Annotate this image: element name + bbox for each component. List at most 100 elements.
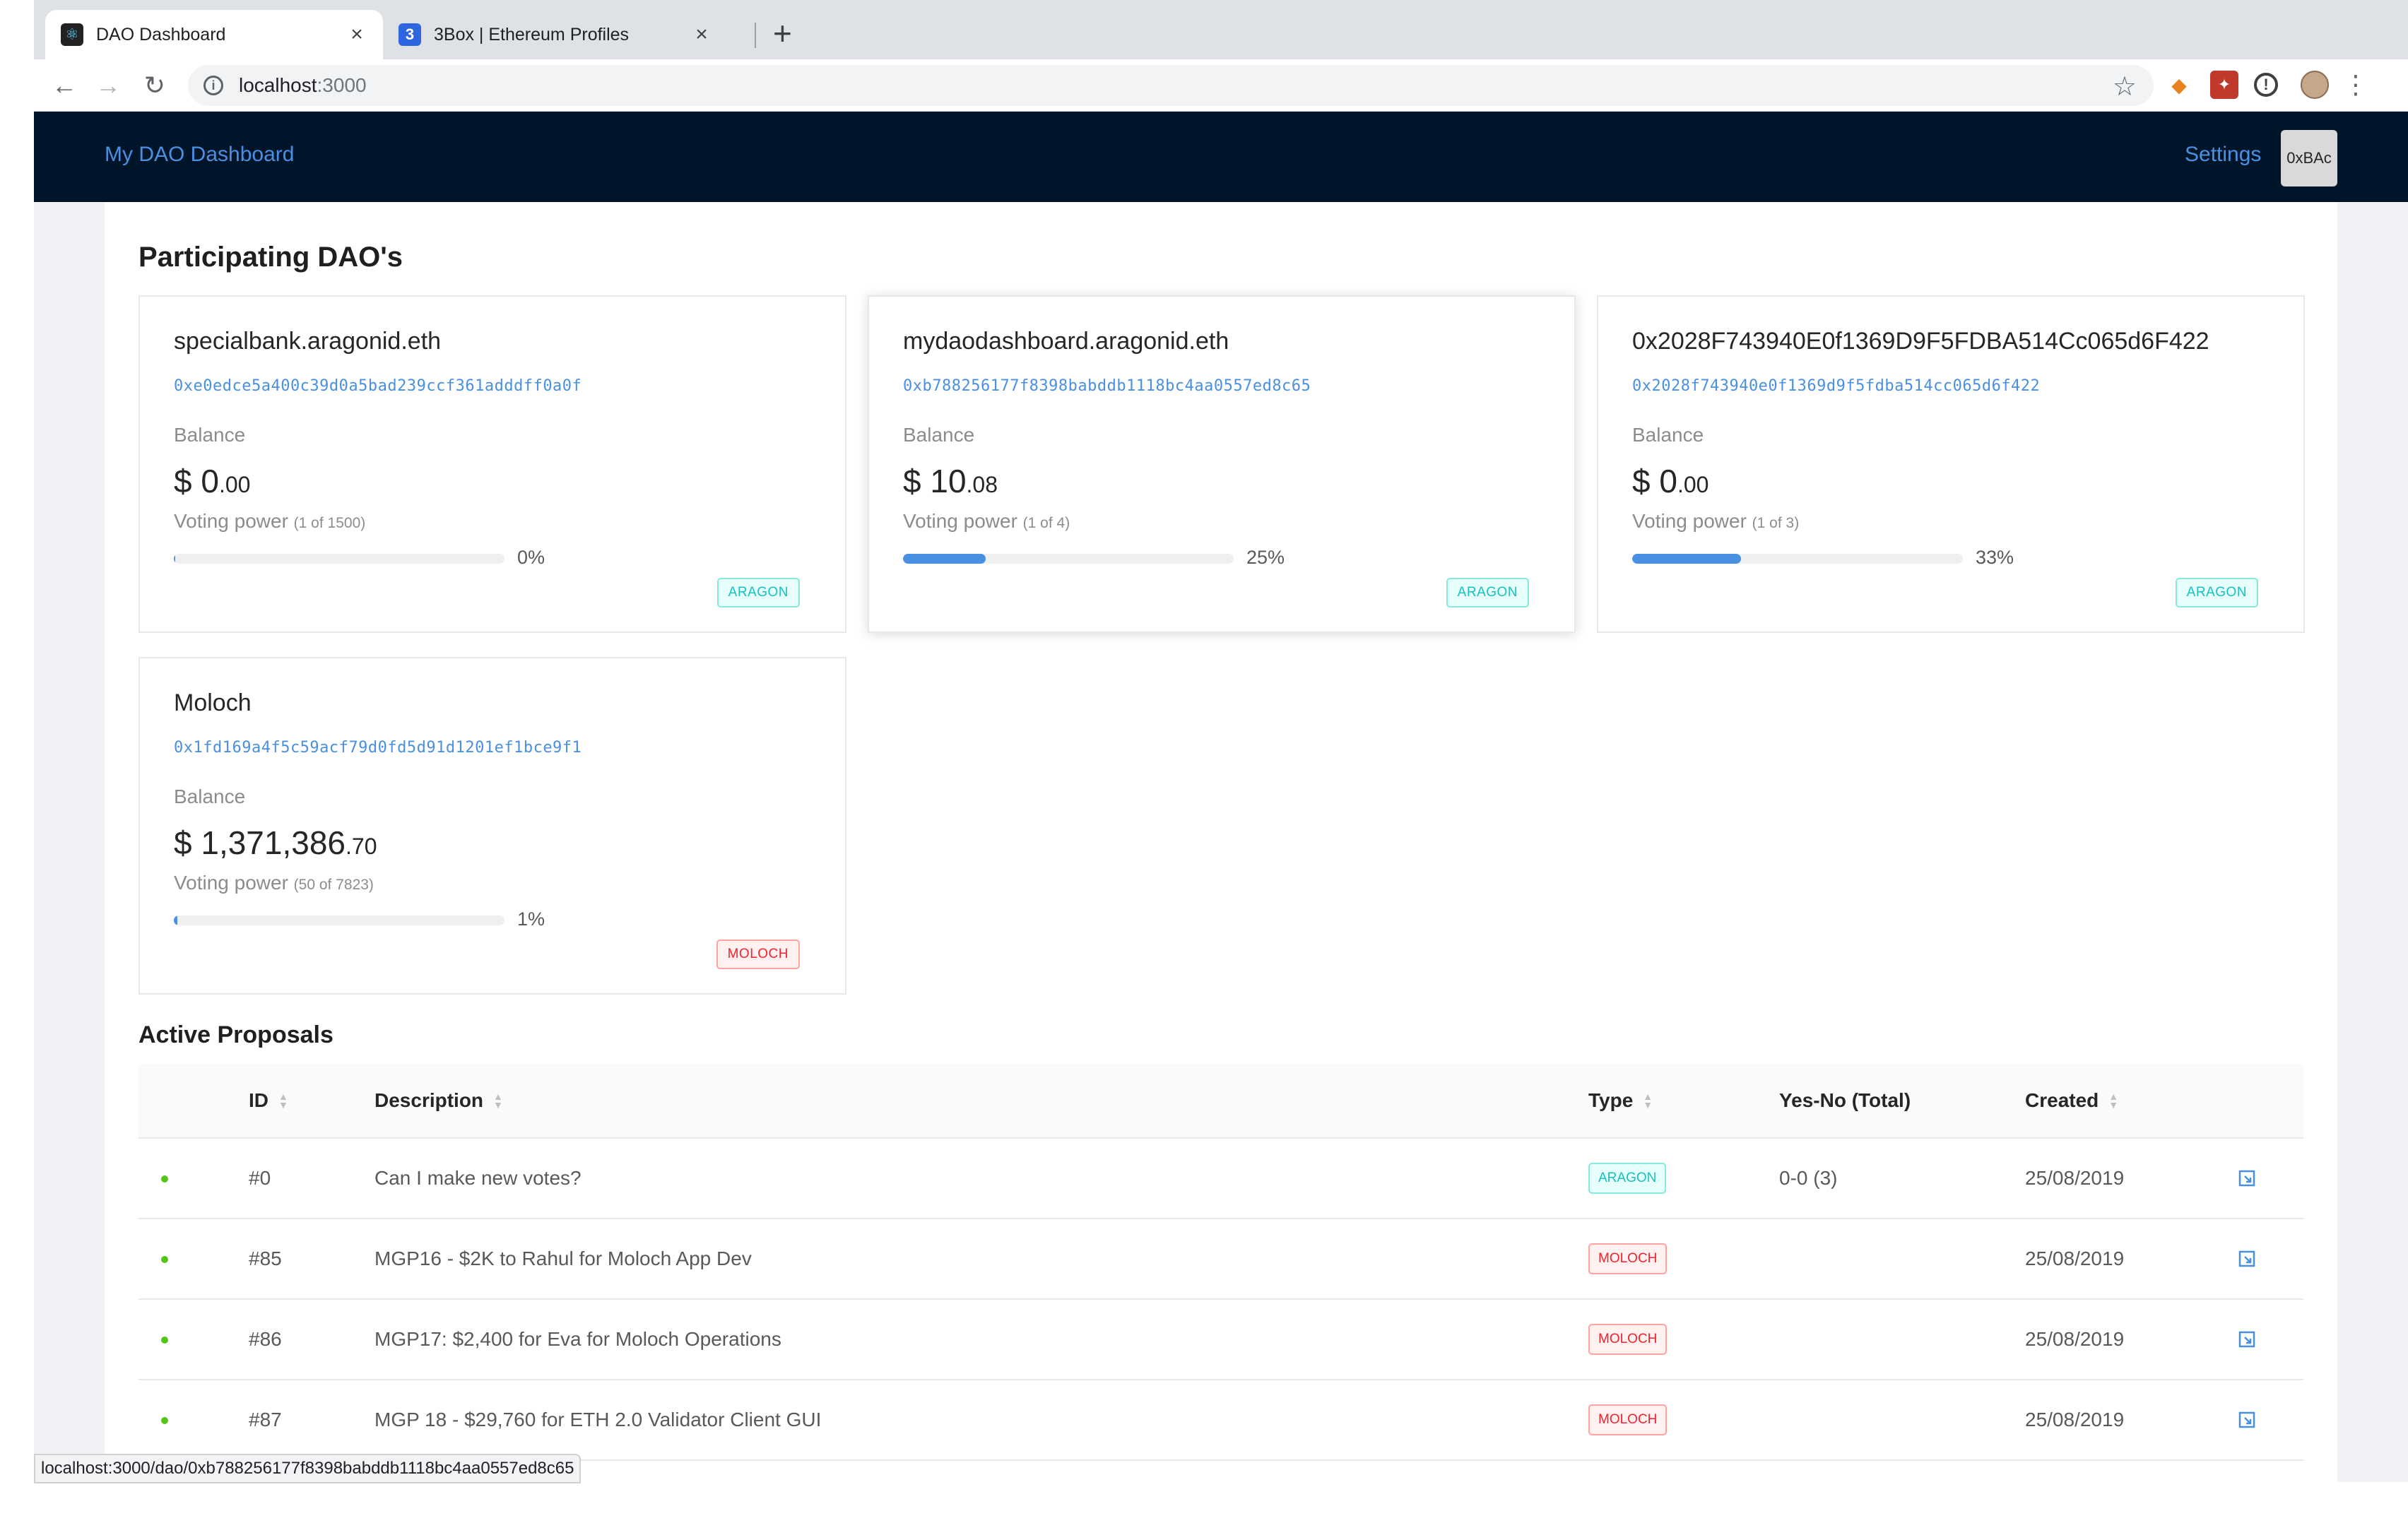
proposal-type-tag: MOLOCH: [1588, 1324, 1668, 1355]
balance-cents: .08: [966, 472, 998, 497]
voting-progress-fill: [903, 554, 986, 564]
forward-arrow-icon[interactable]: →: [90, 68, 126, 103]
column-header-type[interactable]: Type ▲ ▼: [1588, 1089, 1653, 1112]
balance-value: $ 1,371,386.70: [174, 824, 377, 862]
sort-icon[interactable]: ▲ ▼: [493, 1091, 503, 1110]
new-tab-icon[interactable]: +: [773, 16, 792, 51]
voting-percent: 1%: [517, 908, 545, 930]
profile-avatar-icon[interactable]: [2301, 71, 2329, 99]
kebab-menu-icon[interactable]: ⋮: [2342, 70, 2370, 99]
column-label: Created: [2025, 1089, 2099, 1111]
proposal-type-tag: ARAGON: [1588, 1163, 1667, 1194]
tab-title: 3Box | Ethereum Profiles: [434, 24, 630, 45]
active-status-dot: [161, 1256, 168, 1263]
column-header-description[interactable]: Description ▲ ▼: [374, 1089, 503, 1112]
open-external-icon[interactable]: [2238, 1250, 2255, 1267]
proposal-type-tag: MOLOCH: [1588, 1243, 1668, 1274]
dao-name: 0x2028F743940E0f1369D9F5FDBA514Cc065d6F4…: [1632, 328, 2209, 355]
sort-icon[interactable]: ▲ ▼: [1643, 1091, 1653, 1110]
proposals-table: ID ▲ ▼ Description ▲ ▼ Type ▲ ▼ Yes-No (Total)…: [138, 1064, 2303, 1461]
voting-progress-bar: [903, 554, 1234, 564]
voting-progress-bar: [174, 554, 504, 564]
dao-address[interactable]: 0x1fd169a4f5c59acf79d0fd5d91d1201ef1bce9…: [174, 739, 582, 757]
tab-3box[interactable]: 3 3Box | Ethereum Profiles ×: [383, 10, 728, 59]
tab-dao-dashboard[interactable]: ⚛ DAO Dashboard ×: [45, 10, 383, 59]
proposal-description: MGP 18 - $29,760 for ETH 2.0 Validator C…: [374, 1409, 822, 1430]
sort-icon[interactable]: ▲ ▼: [2108, 1091, 2118, 1110]
dao-card[interactable]: specialbank.aragonid.eth 0xe0edce5a400c3…: [138, 295, 846, 633]
table-row[interactable]: #85 MGP16 - $2K to Rahul for Moloch App …: [138, 1219, 2303, 1300]
balance-whole: $ 0: [174, 463, 219, 499]
dao-type-tag: ARAGON: [1446, 578, 1529, 608]
column-label: Type: [1588, 1089, 1634, 1111]
voting-power: Voting power (50 of 7823): [174, 872, 374, 894]
close-icon[interactable]: ×: [346, 23, 367, 47]
column-header-created[interactable]: Created ▲ ▼: [2025, 1089, 2118, 1112]
column-label: Description: [374, 1089, 484, 1111]
participating-daos-title: Participating DAO's: [138, 242, 403, 273]
url-port: :3000: [317, 74, 367, 96]
table-row[interactable]: #86 MGP17: $2,400 for Eva for Moloch Ope…: [138, 1300, 2303, 1380]
proposal-created: 25/08/2019: [2025, 1248, 2125, 1269]
dao-name: mydaodashboard.aragonid.eth: [903, 328, 1229, 355]
voting-progress-fill: [174, 915, 177, 925]
balance-label: Balance: [174, 786, 246, 807]
dao-name: specialbank.aragonid.eth: [174, 328, 442, 355]
table-row[interactable]: #0 Can I make new votes? ARAGON 0-0 (3) …: [138, 1139, 2303, 1219]
address-bar[interactable]: i localhost:3000 ☆: [188, 65, 2154, 106]
voting-label: Voting power: [174, 872, 288, 894]
react-icon: ⚛: [61, 23, 83, 46]
balance-value: $ 0.00: [174, 462, 250, 500]
dao-address[interactable]: 0xe0edce5a400c39d0a5bad239ccf361adddff0a…: [174, 377, 582, 395]
dao-type-tag: MOLOCH: [716, 940, 800, 969]
balance-whole: $ 0: [1632, 463, 1677, 499]
voting-progress-fill: [174, 554, 176, 564]
app-header: My DAO Dashboard Settings 0xBAc: [34, 112, 2408, 202]
proposal-created: 25/08/2019: [2025, 1328, 2125, 1350]
column-header-id[interactable]: ID ▲ ▼: [249, 1089, 288, 1112]
open-external-icon[interactable]: [2238, 1411, 2255, 1428]
balance-whole: $ 1,371,386: [174, 824, 346, 861]
brand-link[interactable]: My DAO Dashboard: [105, 143, 294, 167]
dao-address[interactable]: 0x2028f743940e0f1369d9f5fdba514cc065d6f4…: [1632, 377, 2040, 395]
dao-card[interactable]: 0x2028F743940E0f1369D9F5FDBA514Cc065d6F4…: [1597, 295, 2305, 633]
proposal-created: 25/08/2019: [2025, 1409, 2125, 1430]
active-status-dot: [161, 1175, 168, 1183]
extension-red-icon[interactable]: ✦: [2210, 71, 2238, 99]
active-status-dot: [161, 1417, 168, 1424]
proposal-created: 25/08/2019: [2025, 1167, 2125, 1189]
sort-icon[interactable]: ▲ ▼: [278, 1091, 288, 1110]
dao-card[interactable]: mydaodashboard.aragonid.eth 0xb788256177…: [868, 295, 1576, 633]
proposal-type-tag: MOLOCH: [1588, 1404, 1668, 1435]
reload-icon[interactable]: ↻: [137, 68, 172, 103]
browser-tab-strip: ⚛ DAO Dashboard × 3 3Box | Ethereum Prof…: [34, 0, 2408, 59]
column-label: Yes-No (Total): [1779, 1089, 1911, 1111]
table-header: ID ▲ ▼ Description ▲ ▼ Type ▲ ▼ Yes-No (Total)…: [138, 1064, 2303, 1139]
dao-name: Moloch: [174, 689, 252, 716]
balance-whole: $ 10: [903, 463, 967, 499]
settings-link[interactable]: Settings: [2185, 143, 2261, 167]
dao-card[interactable]: Moloch 0x1fd169a4f5c59acf79d0fd5d91d1201…: [138, 657, 846, 995]
back-arrow-icon[interactable]: ←: [47, 68, 82, 103]
account-button[interactable]: 0xBAc: [2281, 130, 2337, 186]
main-content: Participating DAO's specialbank.aragonid…: [105, 202, 2337, 1482]
bookmark-star-icon[interactable]: ☆: [2113, 71, 2137, 102]
info-icon[interactable]: i: [203, 76, 223, 95]
balance-value: $ 0.00: [1632, 462, 1708, 500]
voting-percent: 25%: [1246, 547, 1285, 568]
voting-progress-fill: [1632, 554, 1742, 564]
balance-cents: .00: [218, 472, 251, 497]
proposal-votes: 0-0 (3): [1779, 1167, 1838, 1189]
voting-progress-bar: [174, 915, 504, 925]
dao-address[interactable]: 0xb788256177f8398babddb1118bc4aa0557ed8c…: [903, 377, 1311, 395]
column-header-votes: Yes-No (Total): [1779, 1089, 1911, 1112]
active-proposals-title: Active Proposals: [138, 1021, 334, 1048]
column-label: ID: [249, 1089, 268, 1111]
metamask-fox-icon[interactable]: ◆: [2165, 71, 2193, 99]
table-row[interactable]: #87 MGP 18 - $29,760 for ETH 2.0 Validat…: [138, 1380, 2303, 1461]
close-icon[interactable]: ×: [691, 23, 712, 47]
open-external-icon[interactable]: [2238, 1331, 2255, 1348]
open-external-icon[interactable]: [2238, 1170, 2255, 1187]
browser-toolbar: ← → ↻ i localhost:3000 ☆ ◆ ✦ ! ⋮: [34, 59, 2408, 112]
extension-info-icon[interactable]: !: [2254, 73, 2278, 97]
